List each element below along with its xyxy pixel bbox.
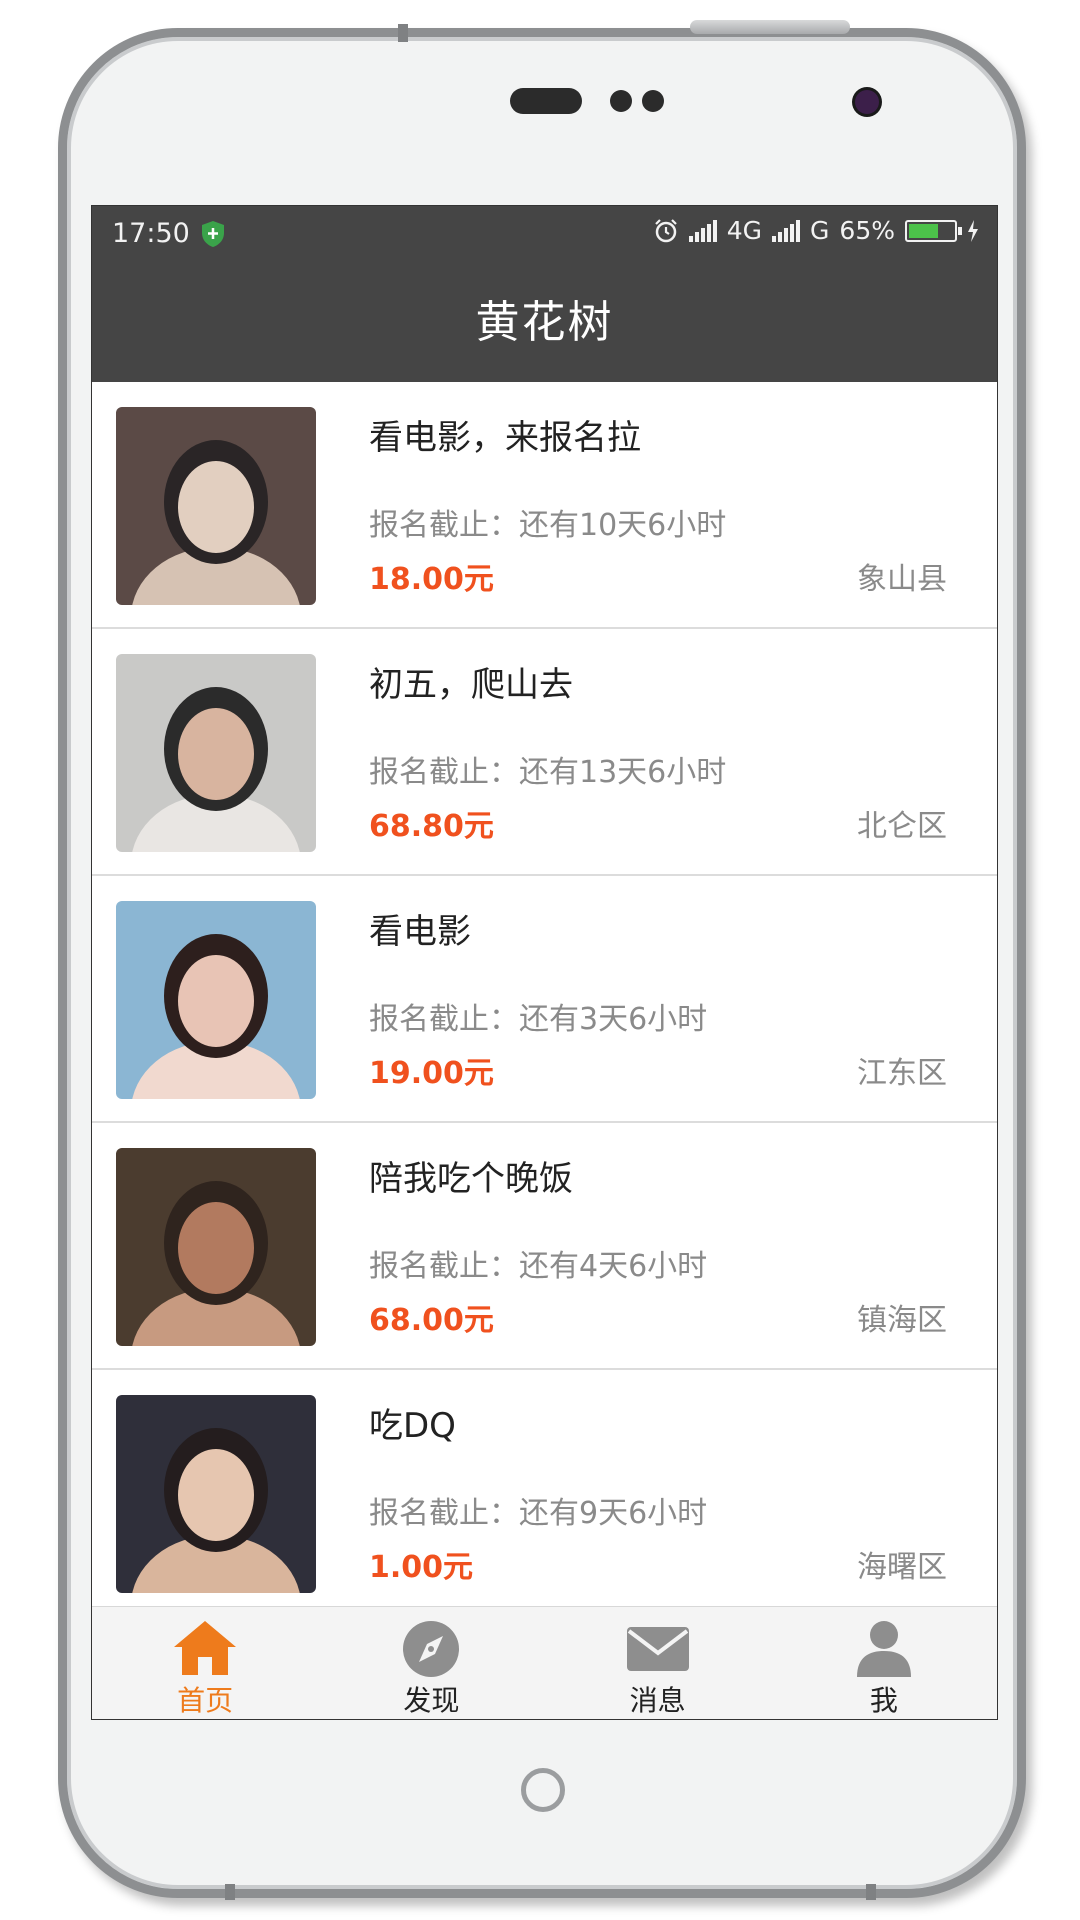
event-list-item[interactable]: 看电影，来报名拉 报名截止：还有10天6小时 18.00元 象山县 <box>92 382 997 629</box>
frame-notch <box>398 24 408 42</box>
event-title: 吃DQ <box>369 1406 456 1446</box>
frame-notch <box>866 1884 876 1900</box>
event-photo[interactable] <box>116 1148 316 1346</box>
status-icons: 4G G 65% <box>653 216 979 245</box>
tab-mail[interactable]: 消息 <box>545 1607 771 1719</box>
status-bar: 17:50 4G G 65% <box>92 206 997 264</box>
event-list[interactable]: 看电影，来报名拉 报名截止：还有10天6小时 18.00元 象山县 初五，爬山去… <box>92 382 997 1614</box>
earpiece-speaker <box>510 88 582 114</box>
power-button <box>690 20 850 34</box>
event-area: 海曙区 <box>857 1550 947 1585</box>
event-deadline: 报名截止：还有10天6小时 <box>369 508 727 543</box>
event-photo[interactable] <box>116 654 316 852</box>
battery-percent: 65% <box>839 216 895 245</box>
event-title: 看电影 <box>369 912 471 952</box>
tab-label: 首页 <box>177 1684 234 1717</box>
event-area: 北仑区 <box>857 809 947 844</box>
compass-icon <box>396 1617 466 1679</box>
event-title: 陪我吃个晚饭 <box>369 1159 573 1199</box>
status-time: 17:50 <box>112 218 190 249</box>
shield-icon <box>202 221 224 247</box>
event-photo[interactable] <box>116 901 316 1099</box>
mail-icon <box>623 1617 693 1679</box>
page-title: 黄花树 <box>92 264 997 382</box>
event-list-item[interactable]: 初五，爬山去 报名截止：还有13天6小时 68.80元 北仑区 <box>92 629 997 876</box>
tab-label: 消息 <box>629 1684 686 1717</box>
event-price: 68.00元 <box>369 1303 494 1338</box>
home-icon <box>170 1617 240 1679</box>
battery-icon <box>905 219 962 242</box>
network-label-2: G <box>810 216 830 245</box>
event-deadline: 报名截止：还有9天6小时 <box>369 1496 708 1531</box>
signal-icon <box>772 219 801 242</box>
event-list-item[interactable]: 看电影 报名截止：还有3天6小时 19.00元 江东区 <box>92 876 997 1123</box>
event-title: 初五，爬山去 <box>369 665 573 705</box>
event-title: 看电影，来报名拉 <box>369 418 641 458</box>
light-sensor <box>642 90 664 112</box>
event-area: 象山县 <box>857 562 947 597</box>
network-label-1: 4G <box>726 216 763 245</box>
front-camera <box>855 90 879 114</box>
event-photo[interactable] <box>116 1395 316 1593</box>
event-price: 1.00元 <box>369 1550 474 1585</box>
event-list-item[interactable]: 陪我吃个晚饭 报名截止：还有4天6小时 68.00元 镇海区 <box>92 1123 997 1370</box>
event-price: 18.00元 <box>369 562 494 597</box>
event-area: 江东区 <box>857 1056 947 1091</box>
proximity-sensor <box>610 90 632 112</box>
event-list-item[interactable]: 吃DQ 报名截止：还有9天6小时 1.00元 海曙区 <box>92 1370 997 1614</box>
event-area: 镇海区 <box>857 1303 947 1338</box>
tab-home[interactable]: 首页 <box>92 1607 318 1719</box>
tab-compass[interactable]: 发现 <box>318 1607 544 1719</box>
battery-fill <box>909 223 938 238</box>
app-screen: 17:50 4G G 65% 黄花树 看电影，来报名拉 报名截止：还有10天6小… <box>91 205 998 1720</box>
alarm-icon <box>654 218 677 242</box>
event-price: 68.80元 <box>369 809 494 844</box>
signal-icon <box>688 219 717 242</box>
event-deadline: 报名截止：还有4天6小时 <box>369 1249 708 1284</box>
event-price: 19.00元 <box>369 1056 494 1091</box>
bottom-tab-bar: 首页 发现 消息 我 <box>92 1606 997 1719</box>
tab-label: 发现 <box>403 1684 460 1717</box>
event-deadline: 报名截止：还有13天6小时 <box>369 755 727 790</box>
event-photo[interactable] <box>116 407 316 605</box>
tab-user[interactable]: 我 <box>771 1607 997 1719</box>
home-button[interactable] <box>521 1768 565 1812</box>
charging-icon <box>968 219 978 242</box>
frame-notch <box>225 1884 235 1900</box>
tab-label: 我 <box>869 1684 898 1717</box>
event-deadline: 报名截止：还有3天6小时 <box>369 1002 708 1037</box>
user-icon <box>849 1617 919 1679</box>
